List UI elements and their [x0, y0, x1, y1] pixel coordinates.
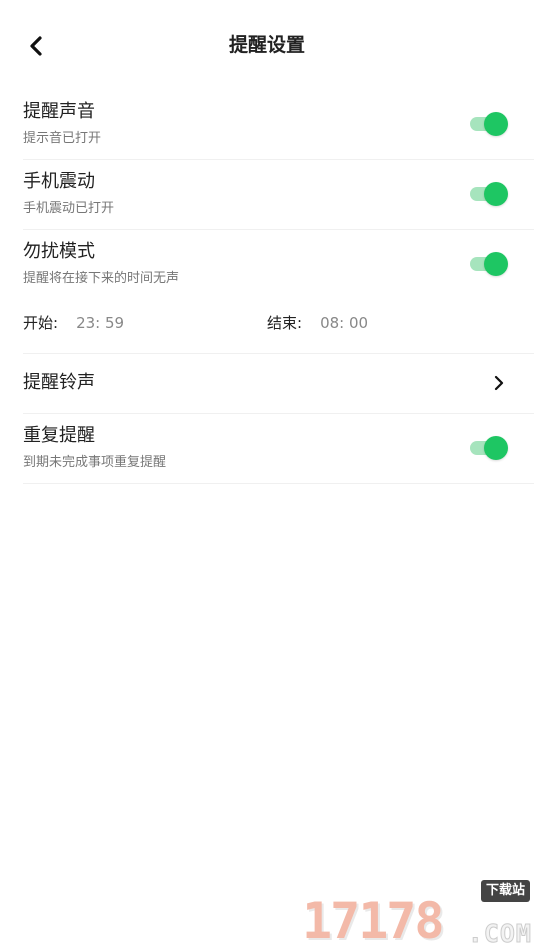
repeat-toggle[interactable]	[470, 436, 508, 460]
header-bar: 提醒设置	[0, 0, 534, 90]
dnd-time-range: 开始: 23: 59 结束: 08: 00	[23, 299, 534, 354]
repeat-title: 重复提醒	[23, 425, 95, 446]
watermark-site-label: 下载站	[480, 880, 530, 902]
start-label: 开始:	[23, 314, 59, 332]
toggle-knob	[484, 112, 508, 136]
repeat-subtitle: 到期未完成事项重复提醒	[23, 455, 167, 470]
toggle-knob	[484, 252, 508, 276]
watermark-digits: 17178	[302, 892, 445, 950]
dnd-toggle[interactable]	[470, 252, 508, 276]
start-value: 23: 59	[76, 314, 125, 332]
setting-repeat: 重复提醒 到期未完成事项重复提醒	[23, 414, 534, 484]
page-title: 提醒设置	[228, 34, 305, 56]
end-value: 08: 00	[320, 314, 369, 332]
settings-list: 提醒声音 提示音已打开 手机震动 手机震动已打开 勿扰模式 提醒将在接下来的时间…	[23, 90, 534, 484]
chevron-right-icon	[494, 375, 504, 391]
setting-ringtone[interactable]: 提醒铃声	[23, 354, 534, 414]
setting-dnd: 勿扰模式 提醒将在接下来的时间无声	[23, 230, 534, 299]
end-label: 结束:	[267, 314, 303, 332]
vibrate-subtitle: 手机震动已打开	[23, 201, 115, 216]
toggle-knob	[484, 182, 508, 206]
toggle-knob	[484, 436, 508, 460]
sound-subtitle: 提示音已打开	[23, 131, 102, 146]
dnd-subtitle: 提醒将在接下来的时间无声	[23, 271, 180, 286]
watermark-domain: .COM	[467, 919, 532, 948]
sound-title: 提醒声音	[23, 101, 95, 122]
ringtone-title: 提醒铃声	[23, 372, 95, 393]
watermark-logo: 17178 下载站 .COM	[302, 880, 532, 950]
dnd-title: 勿扰模式	[23, 241, 95, 262]
vibrate-title: 手机震动	[23, 171, 95, 192]
dnd-start-time[interactable]: 开始: 23: 59	[23, 313, 124, 333]
sound-toggle[interactable]	[470, 112, 508, 136]
setting-sound: 提醒声音 提示音已打开	[23, 90, 534, 160]
vibrate-toggle[interactable]	[470, 182, 508, 206]
setting-vibrate: 手机震动 手机震动已打开	[23, 160, 534, 230]
dnd-end-time[interactable]: 结束: 08: 00	[267, 313, 368, 333]
